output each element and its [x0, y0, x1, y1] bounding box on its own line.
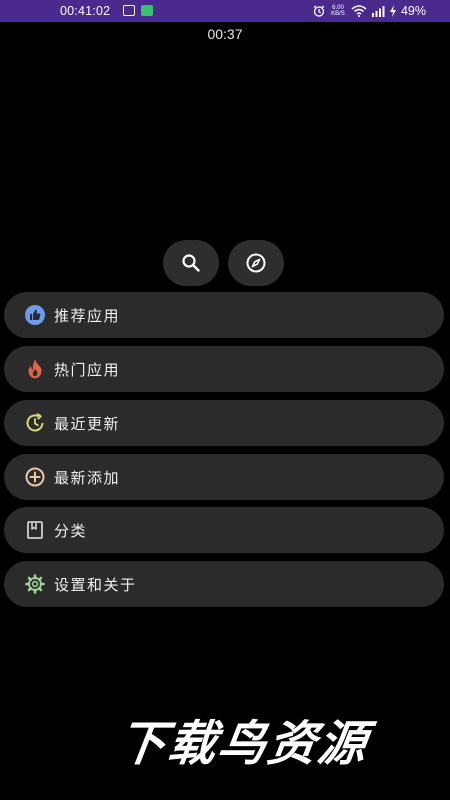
menu-item-newly-added[interactable]: 最新添加 [4, 454, 444, 500]
elapsed-timer: 00:37 [207, 26, 243, 42]
settings-icon [24, 573, 46, 595]
signal-icon [371, 6, 385, 17]
battery-level: 49% [400, 4, 426, 18]
thumbs-up-icon [24, 304, 46, 326]
charging-icon [389, 5, 396, 17]
explore-button[interactable] [228, 240, 284, 286]
menu-item-label: 推荐应用 [54, 307, 121, 325]
alarm-icon [313, 5, 325, 17]
menu-item-settings-about[interactable]: 设置和关于 [4, 561, 444, 607]
status-time: 00:41:02 [60, 4, 111, 18]
menu-item-recently-updated[interactable]: 最近更新 [4, 400, 444, 446]
status-bar: 00:41:02 6.00 KB/S 49% [0, 0, 450, 22]
bookmark-icon [24, 519, 46, 541]
refresh-clock-icon [24, 412, 46, 434]
search-icon [182, 254, 200, 272]
watermark: 下载鸟资源 [114, 716, 372, 772]
search-button[interactable] [163, 240, 219, 286]
add-circle-icon [24, 466, 46, 488]
menu-item-label: 分类 [54, 522, 88, 540]
compass-icon [246, 253, 266, 273]
menu-item-recommended-apps[interactable]: 推荐应用 [4, 292, 444, 338]
status-indicators: 6.00 KB/S 49% [313, 3, 426, 19]
message-icon [141, 5, 153, 16]
menu-item-label: 最近更新 [54, 415, 121, 433]
mail-icon [123, 5, 135, 16]
network-speed-unit: KB/S [331, 11, 345, 17]
menu-item-label: 热门应用 [54, 361, 121, 379]
menu-item-hot-apps[interactable]: 热门应用 [4, 346, 444, 392]
fire-icon [24, 358, 46, 380]
app-screen: 00:41:02 6.00 KB/S 49% 00:37 推荐应用 热门应用 最… [0, 0, 450, 800]
network-speed: 6.00 KB/S [329, 5, 347, 17]
menu-item-categories[interactable]: 分类 [4, 507, 444, 553]
menu-item-label: 设置和关于 [54, 576, 137, 594]
wifi-icon [351, 5, 367, 17]
menu-item-label: 最新添加 [54, 469, 121, 487]
